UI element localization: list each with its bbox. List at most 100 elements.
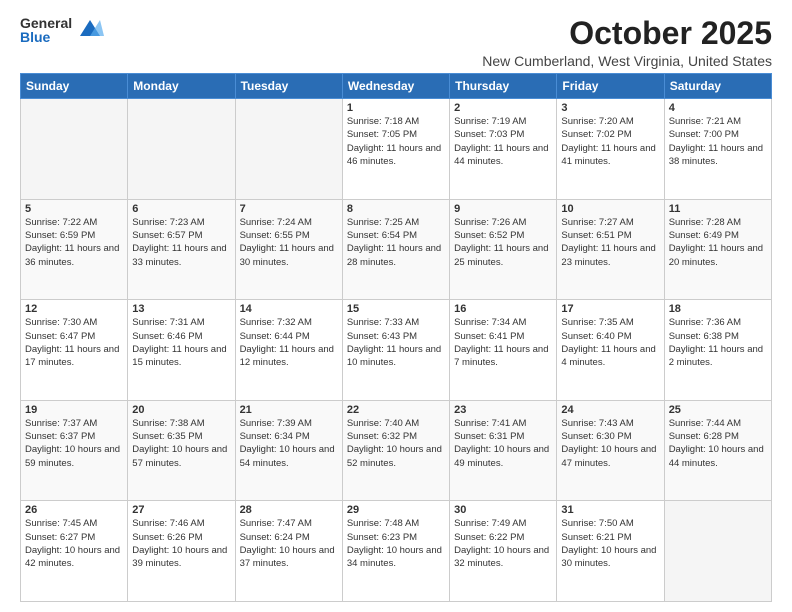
calendar-cell: 6Sunrise: 7:23 AM Sunset: 6:57 PM Daylig… — [128, 199, 235, 300]
calendar-cell: 22Sunrise: 7:40 AM Sunset: 6:32 PM Dayli… — [342, 400, 449, 501]
calendar-cell: 5Sunrise: 7:22 AM Sunset: 6:59 PM Daylig… — [21, 199, 128, 300]
day-info: Sunrise: 7:20 AM Sunset: 7:02 PM Dayligh… — [561, 115, 659, 168]
calendar-cell: 19Sunrise: 7:37 AM Sunset: 6:37 PM Dayli… — [21, 400, 128, 501]
header-row: SundayMondayTuesdayWednesdayThursdayFrid… — [21, 74, 772, 99]
week-row-4: 26Sunrise: 7:45 AM Sunset: 6:27 PM Dayli… — [21, 501, 772, 602]
calendar-table: SundayMondayTuesdayWednesdayThursdayFrid… — [20, 73, 772, 602]
day-number: 14 — [240, 303, 338, 315]
day-number: 17 — [561, 303, 659, 315]
calendar-cell: 18Sunrise: 7:36 AM Sunset: 6:38 PM Dayli… — [664, 300, 771, 401]
calendar-cell: 31Sunrise: 7:50 AM Sunset: 6:21 PM Dayli… — [557, 501, 664, 602]
calendar-cell: 2Sunrise: 7:19 AM Sunset: 7:03 PM Daylig… — [450, 99, 557, 200]
day-info: Sunrise: 7:36 AM Sunset: 6:38 PM Dayligh… — [669, 316, 767, 369]
calendar-cell: 4Sunrise: 7:21 AM Sunset: 7:00 PM Daylig… — [664, 99, 771, 200]
calendar-cell: 29Sunrise: 7:48 AM Sunset: 6:23 PM Dayli… — [342, 501, 449, 602]
day-info: Sunrise: 7:45 AM Sunset: 6:27 PM Dayligh… — [25, 517, 123, 570]
calendar-cell: 23Sunrise: 7:41 AM Sunset: 6:31 PM Dayli… — [450, 400, 557, 501]
subtitle: New Cumberland, West Virginia, United St… — [482, 53, 772, 69]
day-info: Sunrise: 7:21 AM Sunset: 7:00 PM Dayligh… — [669, 115, 767, 168]
day-info: Sunrise: 7:30 AM Sunset: 6:47 PM Dayligh… — [25, 316, 123, 369]
day-info: Sunrise: 7:39 AM Sunset: 6:34 PM Dayligh… — [240, 417, 338, 470]
day-number: 19 — [25, 404, 123, 416]
calendar-cell: 30Sunrise: 7:49 AM Sunset: 6:22 PM Dayli… — [450, 501, 557, 602]
day-info: Sunrise: 7:41 AM Sunset: 6:31 PM Dayligh… — [454, 417, 552, 470]
day-info: Sunrise: 7:48 AM Sunset: 6:23 PM Dayligh… — [347, 517, 445, 570]
day-number: 24 — [561, 404, 659, 416]
day-info: Sunrise: 7:23 AM Sunset: 6:57 PM Dayligh… — [132, 216, 230, 269]
day-number: 8 — [347, 203, 445, 215]
calendar-cell — [235, 99, 342, 200]
day-number: 29 — [347, 504, 445, 516]
calendar-cell: 8Sunrise: 7:25 AM Sunset: 6:54 PM Daylig… — [342, 199, 449, 300]
day-number: 11 — [669, 203, 767, 215]
day-info: Sunrise: 7:22 AM Sunset: 6:59 PM Dayligh… — [25, 216, 123, 269]
day-info: Sunrise: 7:33 AM Sunset: 6:43 PM Dayligh… — [347, 316, 445, 369]
calendar-cell: 26Sunrise: 7:45 AM Sunset: 6:27 PM Dayli… — [21, 501, 128, 602]
page: General Blue October 2025 New Cumberland… — [0, 0, 792, 612]
calendar-cell: 27Sunrise: 7:46 AM Sunset: 6:26 PM Dayli… — [128, 501, 235, 602]
day-number: 26 — [25, 504, 123, 516]
day-number: 2 — [454, 102, 552, 114]
day-number: 13 — [132, 303, 230, 315]
day-number: 6 — [132, 203, 230, 215]
day-number: 21 — [240, 404, 338, 416]
day-number: 3 — [561, 102, 659, 114]
day-info: Sunrise: 7:25 AM Sunset: 6:54 PM Dayligh… — [347, 216, 445, 269]
day-number: 4 — [669, 102, 767, 114]
calendar-cell — [664, 501, 771, 602]
day-header-sunday: Sunday — [21, 74, 128, 99]
day-number: 20 — [132, 404, 230, 416]
week-row-2: 12Sunrise: 7:30 AM Sunset: 6:47 PM Dayli… — [21, 300, 772, 401]
day-number: 30 — [454, 504, 552, 516]
day-info: Sunrise: 7:40 AM Sunset: 6:32 PM Dayligh… — [347, 417, 445, 470]
day-number: 10 — [561, 203, 659, 215]
day-number: 28 — [240, 504, 338, 516]
day-number: 27 — [132, 504, 230, 516]
calendar-cell: 14Sunrise: 7:32 AM Sunset: 6:44 PM Dayli… — [235, 300, 342, 401]
day-number: 31 — [561, 504, 659, 516]
day-number: 7 — [240, 203, 338, 215]
week-row-0: 1Sunrise: 7:18 AM Sunset: 7:05 PM Daylig… — [21, 99, 772, 200]
header: General Blue October 2025 New Cumberland… — [20, 16, 772, 69]
calendar-cell: 9Sunrise: 7:26 AM Sunset: 6:52 PM Daylig… — [450, 199, 557, 300]
day-info: Sunrise: 7:34 AM Sunset: 6:41 PM Dayligh… — [454, 316, 552, 369]
day-info: Sunrise: 7:28 AM Sunset: 6:49 PM Dayligh… — [669, 216, 767, 269]
logo-general: General — [20, 16, 72, 30]
logo-blue: Blue — [20, 30, 72, 44]
calendar-cell — [128, 99, 235, 200]
day-info: Sunrise: 7:31 AM Sunset: 6:46 PM Dayligh… — [132, 316, 230, 369]
main-title: October 2025 — [482, 16, 772, 51]
day-header-thursday: Thursday — [450, 74, 557, 99]
day-info: Sunrise: 7:43 AM Sunset: 6:30 PM Dayligh… — [561, 417, 659, 470]
calendar-cell: 15Sunrise: 7:33 AM Sunset: 6:43 PM Dayli… — [342, 300, 449, 401]
day-number: 22 — [347, 404, 445, 416]
day-info: Sunrise: 7:44 AM Sunset: 6:28 PM Dayligh… — [669, 417, 767, 470]
calendar-cell: 17Sunrise: 7:35 AM Sunset: 6:40 PM Dayli… — [557, 300, 664, 401]
calendar-cell: 20Sunrise: 7:38 AM Sunset: 6:35 PM Dayli… — [128, 400, 235, 501]
day-info: Sunrise: 7:35 AM Sunset: 6:40 PM Dayligh… — [561, 316, 659, 369]
day-info: Sunrise: 7:50 AM Sunset: 6:21 PM Dayligh… — [561, 517, 659, 570]
calendar-cell: 1Sunrise: 7:18 AM Sunset: 7:05 PM Daylig… — [342, 99, 449, 200]
calendar-cell: 3Sunrise: 7:20 AM Sunset: 7:02 PM Daylig… — [557, 99, 664, 200]
week-row-3: 19Sunrise: 7:37 AM Sunset: 6:37 PM Dayli… — [21, 400, 772, 501]
calendar-cell: 12Sunrise: 7:30 AM Sunset: 6:47 PM Dayli… — [21, 300, 128, 401]
day-header-saturday: Saturday — [664, 74, 771, 99]
calendar-cell: 21Sunrise: 7:39 AM Sunset: 6:34 PM Dayli… — [235, 400, 342, 501]
day-info: Sunrise: 7:46 AM Sunset: 6:26 PM Dayligh… — [132, 517, 230, 570]
calendar-cell: 24Sunrise: 7:43 AM Sunset: 6:30 PM Dayli… — [557, 400, 664, 501]
day-number: 9 — [454, 203, 552, 215]
day-info: Sunrise: 7:49 AM Sunset: 6:22 PM Dayligh… — [454, 517, 552, 570]
week-row-1: 5Sunrise: 7:22 AM Sunset: 6:59 PM Daylig… — [21, 199, 772, 300]
day-info: Sunrise: 7:26 AM Sunset: 6:52 PM Dayligh… — [454, 216, 552, 269]
day-info: Sunrise: 7:38 AM Sunset: 6:35 PM Dayligh… — [132, 417, 230, 470]
logo-icon — [76, 16, 104, 44]
day-number: 12 — [25, 303, 123, 315]
calendar-cell: 11Sunrise: 7:28 AM Sunset: 6:49 PM Dayli… — [664, 199, 771, 300]
title-section: October 2025 New Cumberland, West Virgin… — [482, 16, 772, 69]
logo-text: General Blue — [20, 16, 72, 44]
day-header-monday: Monday — [128, 74, 235, 99]
day-info: Sunrise: 7:18 AM Sunset: 7:05 PM Dayligh… — [347, 115, 445, 168]
calendar-cell: 25Sunrise: 7:44 AM Sunset: 6:28 PM Dayli… — [664, 400, 771, 501]
logo: General Blue — [20, 16, 104, 44]
calendar-cell: 28Sunrise: 7:47 AM Sunset: 6:24 PM Dayli… — [235, 501, 342, 602]
